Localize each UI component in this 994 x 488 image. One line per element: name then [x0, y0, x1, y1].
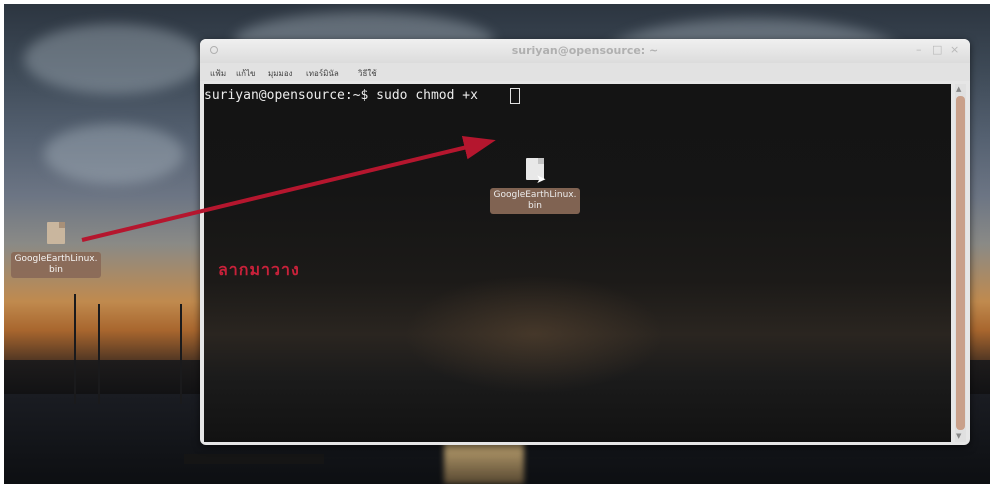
drag-arrow [81, 135, 496, 242]
drag-arrow-line [81, 135, 496, 242]
